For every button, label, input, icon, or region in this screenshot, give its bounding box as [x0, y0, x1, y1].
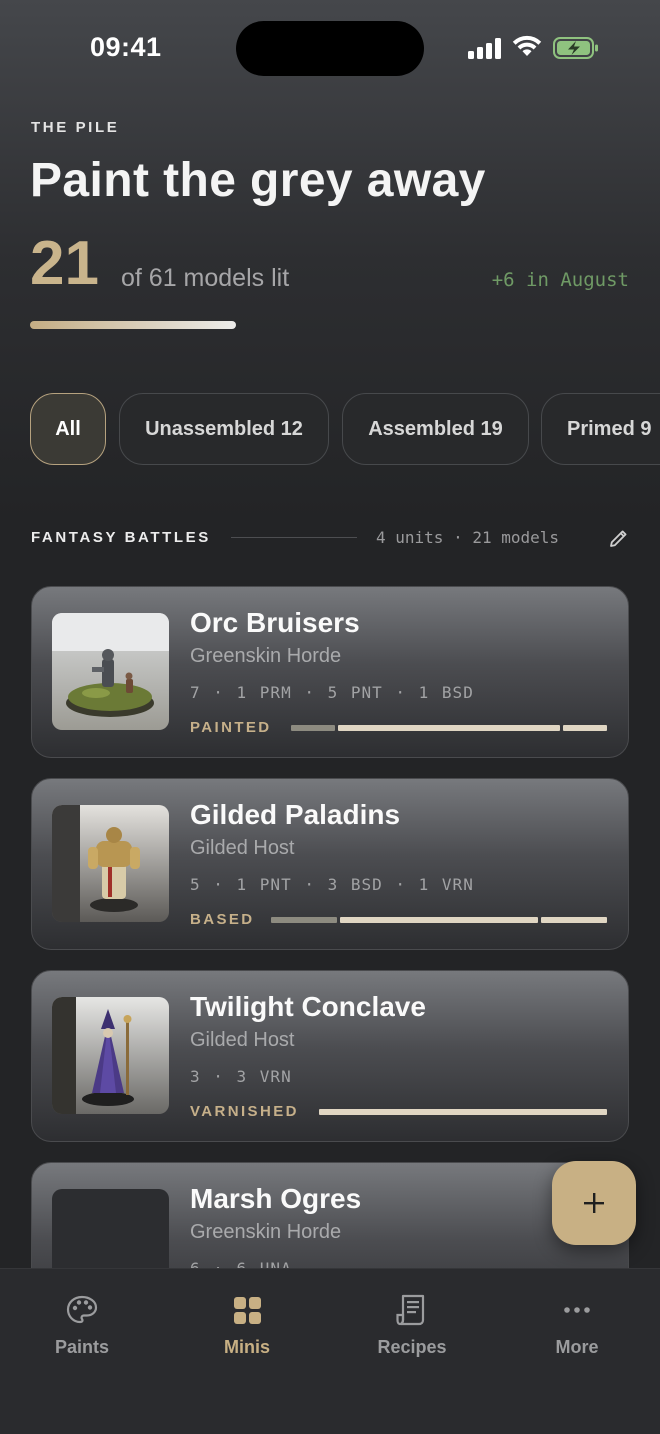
stage-segment: [319, 1109, 607, 1115]
cellular-signal-icon: [468, 38, 502, 59]
unit-thumbnail: [52, 613, 169, 730]
filter-chip-all[interactable]: All: [30, 393, 106, 465]
tab-label: Minis: [223, 1337, 270, 1357]
unit-card[interactable]: Twilight Conclave Gilded Host 3 · 3 VRN …: [31, 970, 629, 1142]
unit-stage-bar: [319, 1109, 607, 1115]
unit-name: Gilded Paladins: [190, 799, 401, 830]
unit-card[interactable]: Orc Bruisers Greenskin Horde 7 · 1 PRM ·…: [31, 586, 629, 758]
add-unit-button[interactable]: [552, 1161, 636, 1245]
unit-stage-bar: [291, 725, 607, 731]
section-divider: [231, 537, 357, 538]
unit-stats: 5 · 1 PNT · 3 BSD · 1 VRN: [190, 875, 474, 894]
unit-stage-label: BASED: [190, 911, 255, 928]
dynamic-island: [236, 21, 424, 76]
tab-minis[interactable]: Minis: [177, 1293, 317, 1373]
tab-recipes[interactable]: Recipes: [342, 1293, 482, 1373]
tab-label: Paints: [54, 1337, 110, 1357]
grid-icon: [234, 1297, 261, 1324]
pile-progress-bar: [30, 321, 236, 329]
stage-segment: [271, 917, 337, 923]
tab-paints[interactable]: Paints: [12, 1293, 152, 1373]
unit-faction: Greenskin Horde: [190, 1221, 342, 1243]
receipt-icon: [396, 1294, 425, 1326]
pencil-icon[interactable]: [607, 526, 631, 550]
stage-segment: [338, 725, 560, 731]
page-title: Paint the grey away: [30, 154, 486, 207]
stage-segment: [340, 917, 538, 923]
unit-stage-bar: [271, 917, 607, 923]
unit-name: Marsh Ogres: [190, 1183, 362, 1214]
tab-label: More: [555, 1337, 599, 1357]
unit-name: Orc Bruisers: [190, 607, 360, 638]
unit-stats: 7 · 1 PRM · 5 PNT · 1 BSD: [190, 683, 474, 702]
unit-faction: Greenskin Horde: [190, 645, 342, 667]
tab-more[interactable]: More: [507, 1293, 647, 1373]
status-bar: 09:41: [0, 0, 660, 96]
ellipsis-icon: [564, 1307, 590, 1313]
filter-chip-assembled[interactable]: Assembled 19: [342, 393, 529, 465]
clock: 09:41: [90, 32, 162, 62]
stage-segment: [291, 725, 336, 731]
lit-count: 21: [30, 229, 99, 298]
plus-icon: [584, 1193, 604, 1213]
section-header: FANTASY BATTLES 4 units · 21 models: [31, 526, 631, 550]
unit-faction: Gilded Host: [190, 837, 295, 859]
tab-label: Recipes: [377, 1337, 447, 1357]
section-title: FANTASY BATTLES: [31, 529, 211, 546]
lit-count-caption: of 61 models lit: [121, 264, 290, 292]
page-eyebrow: THE PILE: [31, 119, 120, 136]
wifi-icon: [512, 35, 542, 56]
unit-thumbnail: [52, 997, 169, 1114]
stage-segment: [541, 917, 607, 923]
section-meta: 4 units · 21 models: [376, 528, 560, 547]
unit-thumbnail: [52, 805, 169, 922]
tab-bar: Paints Minis Recipes More: [0, 1268, 660, 1434]
app-screen: 09:41 THE PILE Paint the grey away 21 of…: [0, 0, 660, 1434]
unit-stage-label: VARNISHED: [190, 1103, 299, 1120]
filter-chips: All Unassembled 12 Assembled 19 Primed 9: [30, 393, 660, 465]
battery-charging-icon: [553, 37, 598, 59]
palette-icon: [66, 1295, 98, 1324]
month-delta: +6 in August: [491, 269, 629, 291]
unit-card[interactable]: Gilded Paladins Gilded Host 5 · 1 PNT · …: [31, 778, 629, 950]
filter-chip-unassembled[interactable]: Unassembled 12: [119, 393, 329, 465]
stage-segment: [562, 725, 607, 731]
filter-chip-primed[interactable]: Primed 9: [541, 393, 660, 465]
unit-faction: Gilded Host: [190, 1029, 295, 1051]
unit-stats: 3 · 3 VRN: [190, 1067, 292, 1086]
unit-name: Twilight Conclave: [190, 991, 426, 1022]
unit-stage-label: PAINTED: [190, 719, 272, 736]
